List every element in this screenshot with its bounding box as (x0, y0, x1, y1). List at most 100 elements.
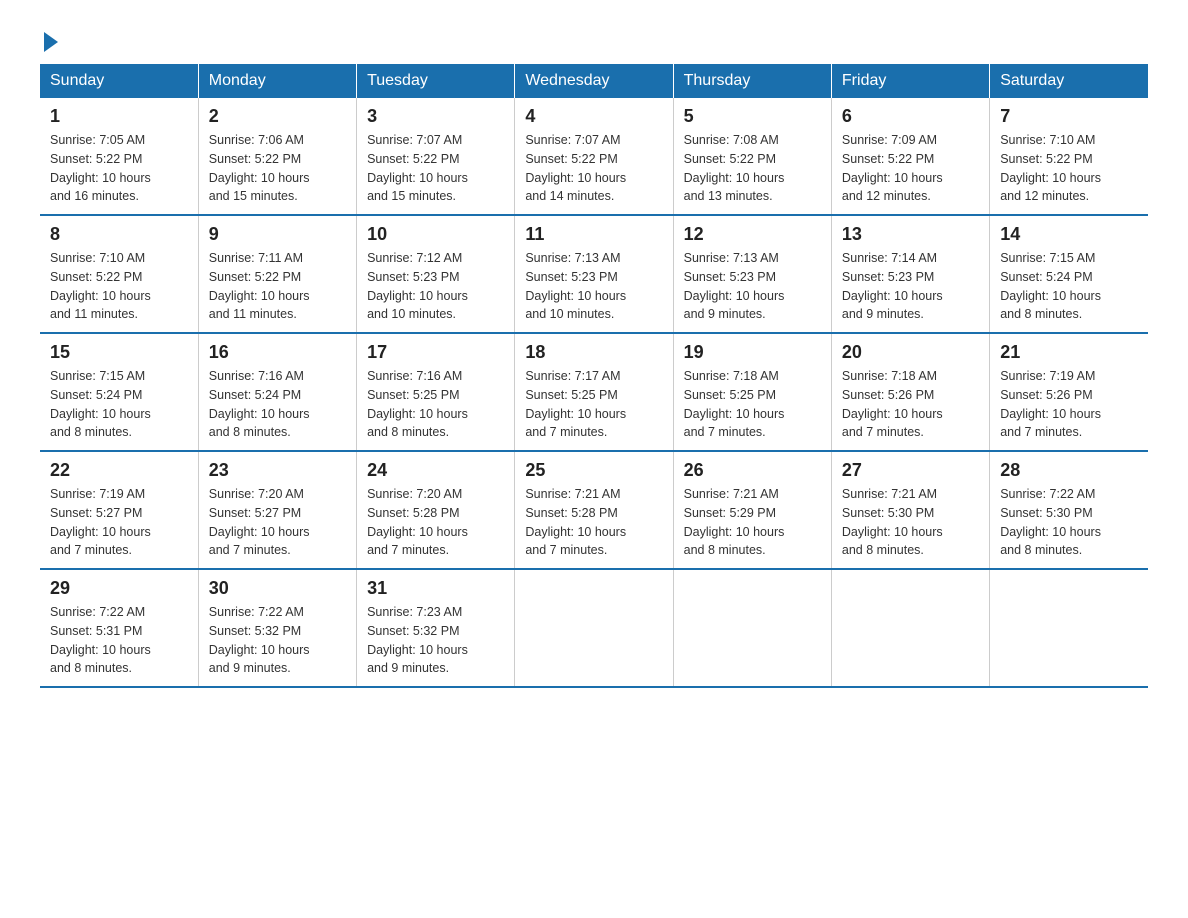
day-info: Sunrise: 7:19 AMSunset: 5:27 PMDaylight:… (50, 485, 188, 560)
day-info: Sunrise: 7:20 AMSunset: 5:28 PMDaylight:… (367, 485, 504, 560)
day-number: 26 (684, 460, 821, 481)
day-number: 9 (209, 224, 346, 245)
calendar-day-cell: 11 Sunrise: 7:13 AMSunset: 5:23 PMDaylig… (515, 215, 673, 333)
calendar-week-row: 8 Sunrise: 7:10 AMSunset: 5:22 PMDayligh… (40, 215, 1148, 333)
day-number: 19 (684, 342, 821, 363)
day-info: Sunrise: 7:08 AMSunset: 5:22 PMDaylight:… (684, 131, 821, 206)
day-number: 20 (842, 342, 979, 363)
day-info: Sunrise: 7:05 AMSunset: 5:22 PMDaylight:… (50, 131, 188, 206)
logo-triangle-icon (44, 32, 58, 52)
weekday-header-saturday: Saturday (990, 64, 1148, 98)
calendar-day-cell: 7 Sunrise: 7:10 AMSunset: 5:22 PMDayligh… (990, 98, 1148, 215)
day-number: 11 (525, 224, 662, 245)
day-number: 22 (50, 460, 188, 481)
day-number: 14 (1000, 224, 1138, 245)
day-info: Sunrise: 7:22 AMSunset: 5:31 PMDaylight:… (50, 603, 188, 678)
day-number: 27 (842, 460, 979, 481)
weekday-header-wednesday: Wednesday (515, 64, 673, 98)
day-number: 6 (842, 106, 979, 127)
calendar-week-row: 1 Sunrise: 7:05 AMSunset: 5:22 PMDayligh… (40, 98, 1148, 215)
weekday-header-thursday: Thursday (673, 64, 831, 98)
calendar-day-cell: 25 Sunrise: 7:21 AMSunset: 5:28 PMDaylig… (515, 451, 673, 569)
calendar-day-cell: 20 Sunrise: 7:18 AMSunset: 5:26 PMDaylig… (831, 333, 989, 451)
calendar-day-cell: 28 Sunrise: 7:22 AMSunset: 5:30 PMDaylig… (990, 451, 1148, 569)
calendar-week-row: 22 Sunrise: 7:19 AMSunset: 5:27 PMDaylig… (40, 451, 1148, 569)
day-number: 5 (684, 106, 821, 127)
day-info: Sunrise: 7:21 AMSunset: 5:28 PMDaylight:… (525, 485, 662, 560)
day-info: Sunrise: 7:20 AMSunset: 5:27 PMDaylight:… (209, 485, 346, 560)
day-number: 3 (367, 106, 504, 127)
day-info: Sunrise: 7:15 AMSunset: 5:24 PMDaylight:… (1000, 249, 1138, 324)
day-info: Sunrise: 7:12 AMSunset: 5:23 PMDaylight:… (367, 249, 504, 324)
calendar-day-cell: 6 Sunrise: 7:09 AMSunset: 5:22 PMDayligh… (831, 98, 989, 215)
calendar-day-cell: 1 Sunrise: 7:05 AMSunset: 5:22 PMDayligh… (40, 98, 198, 215)
day-number: 10 (367, 224, 504, 245)
day-number: 8 (50, 224, 188, 245)
weekday-header-tuesday: Tuesday (357, 64, 515, 98)
page-header (40, 30, 1148, 48)
day-number: 12 (684, 224, 821, 245)
calendar-day-cell: 8 Sunrise: 7:10 AMSunset: 5:22 PMDayligh… (40, 215, 198, 333)
day-number: 18 (525, 342, 662, 363)
calendar-day-cell: 13 Sunrise: 7:14 AMSunset: 5:23 PMDaylig… (831, 215, 989, 333)
day-info: Sunrise: 7:07 AMSunset: 5:22 PMDaylight:… (525, 131, 662, 206)
day-info: Sunrise: 7:21 AMSunset: 5:30 PMDaylight:… (842, 485, 979, 560)
day-info: Sunrise: 7:16 AMSunset: 5:24 PMDaylight:… (209, 367, 346, 442)
day-number: 16 (209, 342, 346, 363)
day-number: 2 (209, 106, 346, 127)
calendar-day-cell (515, 569, 673, 687)
calendar-day-cell: 3 Sunrise: 7:07 AMSunset: 5:22 PMDayligh… (357, 98, 515, 215)
day-info: Sunrise: 7:15 AMSunset: 5:24 PMDaylight:… (50, 367, 188, 442)
calendar-day-cell: 14 Sunrise: 7:15 AMSunset: 5:24 PMDaylig… (990, 215, 1148, 333)
day-info: Sunrise: 7:21 AMSunset: 5:29 PMDaylight:… (684, 485, 821, 560)
day-info: Sunrise: 7:18 AMSunset: 5:26 PMDaylight:… (842, 367, 979, 442)
calendar-day-cell: 12 Sunrise: 7:13 AMSunset: 5:23 PMDaylig… (673, 215, 831, 333)
day-number: 13 (842, 224, 979, 245)
calendar-day-cell: 9 Sunrise: 7:11 AMSunset: 5:22 PMDayligh… (198, 215, 356, 333)
calendar-day-cell: 18 Sunrise: 7:17 AMSunset: 5:25 PMDaylig… (515, 333, 673, 451)
day-info: Sunrise: 7:09 AMSunset: 5:22 PMDaylight:… (842, 131, 979, 206)
day-info: Sunrise: 7:14 AMSunset: 5:23 PMDaylight:… (842, 249, 979, 324)
day-number: 23 (209, 460, 346, 481)
calendar-day-cell: 15 Sunrise: 7:15 AMSunset: 5:24 PMDaylig… (40, 333, 198, 451)
calendar-week-row: 29 Sunrise: 7:22 AMSunset: 5:31 PMDaylig… (40, 569, 1148, 687)
day-number: 25 (525, 460, 662, 481)
day-number: 31 (367, 578, 504, 599)
logo-general-text (40, 30, 58, 52)
day-number: 24 (367, 460, 504, 481)
weekday-header-monday: Monday (198, 64, 356, 98)
calendar-day-cell (990, 569, 1148, 687)
calendar-day-cell: 22 Sunrise: 7:19 AMSunset: 5:27 PMDaylig… (40, 451, 198, 569)
day-number: 28 (1000, 460, 1138, 481)
day-number: 17 (367, 342, 504, 363)
calendar-table: SundayMondayTuesdayWednesdayThursdayFrid… (40, 64, 1148, 688)
day-info: Sunrise: 7:18 AMSunset: 5:25 PMDaylight:… (684, 367, 821, 442)
day-number: 1 (50, 106, 188, 127)
day-info: Sunrise: 7:22 AMSunset: 5:32 PMDaylight:… (209, 603, 346, 678)
calendar-week-row: 15 Sunrise: 7:15 AMSunset: 5:24 PMDaylig… (40, 333, 1148, 451)
day-info: Sunrise: 7:13 AMSunset: 5:23 PMDaylight:… (525, 249, 662, 324)
day-info: Sunrise: 7:11 AMSunset: 5:22 PMDaylight:… (209, 249, 346, 324)
calendar-day-cell: 19 Sunrise: 7:18 AMSunset: 5:25 PMDaylig… (673, 333, 831, 451)
day-info: Sunrise: 7:13 AMSunset: 5:23 PMDaylight:… (684, 249, 821, 324)
calendar-day-cell: 27 Sunrise: 7:21 AMSunset: 5:30 PMDaylig… (831, 451, 989, 569)
day-number: 21 (1000, 342, 1138, 363)
day-info: Sunrise: 7:06 AMSunset: 5:22 PMDaylight:… (209, 131, 346, 206)
calendar-day-cell: 17 Sunrise: 7:16 AMSunset: 5:25 PMDaylig… (357, 333, 515, 451)
day-number: 29 (50, 578, 188, 599)
weekday-header-sunday: Sunday (40, 64, 198, 98)
calendar-day-cell: 2 Sunrise: 7:06 AMSunset: 5:22 PMDayligh… (198, 98, 356, 215)
weekday-header-row: SundayMondayTuesdayWednesdayThursdayFrid… (40, 64, 1148, 98)
day-info: Sunrise: 7:23 AMSunset: 5:32 PMDaylight:… (367, 603, 504, 678)
calendar-day-cell: 16 Sunrise: 7:16 AMSunset: 5:24 PMDaylig… (198, 333, 356, 451)
calendar-day-cell (673, 569, 831, 687)
calendar-day-cell: 29 Sunrise: 7:22 AMSunset: 5:31 PMDaylig… (40, 569, 198, 687)
calendar-day-cell: 4 Sunrise: 7:07 AMSunset: 5:22 PMDayligh… (515, 98, 673, 215)
calendar-day-cell: 23 Sunrise: 7:20 AMSunset: 5:27 PMDaylig… (198, 451, 356, 569)
day-number: 15 (50, 342, 188, 363)
day-number: 4 (525, 106, 662, 127)
day-number: 30 (209, 578, 346, 599)
day-info: Sunrise: 7:10 AMSunset: 5:22 PMDaylight:… (1000, 131, 1138, 206)
day-info: Sunrise: 7:17 AMSunset: 5:25 PMDaylight:… (525, 367, 662, 442)
calendar-day-cell: 21 Sunrise: 7:19 AMSunset: 5:26 PMDaylig… (990, 333, 1148, 451)
